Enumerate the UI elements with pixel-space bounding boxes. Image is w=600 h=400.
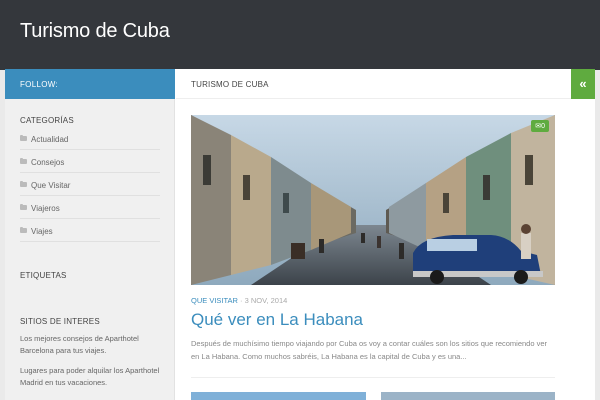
- category-list: Actualidad Consejos Que Visitar Viajeros…: [20, 127, 160, 242]
- folder-icon: [20, 181, 27, 187]
- category-item[interactable]: Viajeros: [20, 196, 160, 219]
- post-date: 3 NOV, 2014: [244, 296, 288, 305]
- site-header: Turismo de Cuba: [0, 0, 600, 70]
- category-label: Consejos: [31, 158, 65, 167]
- tags-title: ETIQUETAS: [20, 271, 67, 280]
- street-scene-image: [191, 115, 555, 285]
- category-label: Viajes: [31, 227, 53, 236]
- sidebar-toggle-button[interactable]: «: [571, 69, 595, 99]
- folder-icon: [20, 135, 27, 141]
- comment-count-badge[interactable]: ✉0: [531, 120, 549, 132]
- post-title[interactable]: Qué ver en La Habana: [191, 310, 363, 330]
- main-content: TURISMO DE CUBA « ✉0 QUE VISITAR · 3 NOV…: [176, 69, 595, 400]
- folder-icon: [20, 158, 27, 164]
- post-excerpt: Después de muchísimo tiempo viajando por…: [191, 339, 548, 361]
- post-category[interactable]: QUE VISITAR: [191, 296, 238, 305]
- comment-count: 0: [541, 123, 545, 130]
- category-item[interactable]: Consejos: [20, 150, 160, 173]
- category-label: Viajeros: [31, 204, 60, 213]
- category-item[interactable]: Que Visitar: [20, 173, 160, 196]
- post-thumbnail[interactable]: [381, 392, 555, 400]
- divider: [191, 377, 555, 378]
- folder-icon: [20, 204, 27, 210]
- folder-icon: [20, 227, 27, 233]
- sites-title: SITIOS DE INTERES: [20, 317, 100, 326]
- post-meta: QUE VISITAR · 3 NOV, 2014: [191, 296, 287, 305]
- category-label: Actualidad: [31, 135, 69, 144]
- category-item[interactable]: Actualidad: [20, 127, 160, 150]
- follow-bar: FOLLOW:: [5, 69, 175, 99]
- sidebar: FOLLOW: CATEGORÍAS Actualidad Consejos Q…: [5, 69, 175, 400]
- breadcrumb: TURISMO DE CUBA: [176, 69, 595, 99]
- site-link[interactable]: Lugares para poder alquilar los Aparthot…: [20, 365, 160, 389]
- chevron-double-left-icon: «: [579, 76, 587, 91]
- post-thumbnail[interactable]: [191, 392, 366, 400]
- page-container: FOLLOW: CATEGORÍAS Actualidad Consejos Q…: [5, 69, 595, 400]
- site-title[interactable]: Turismo de Cuba: [20, 20, 170, 43]
- category-item[interactable]: Viajes: [20, 219, 160, 242]
- categories-title: CATEGORÍAS: [20, 116, 74, 125]
- site-link[interactable]: Los mejores consejos de Aparthotel Barce…: [20, 333, 160, 357]
- featured-image[interactable]: ✉0: [191, 115, 555, 285]
- category-label: Que Visitar: [31, 181, 71, 190]
